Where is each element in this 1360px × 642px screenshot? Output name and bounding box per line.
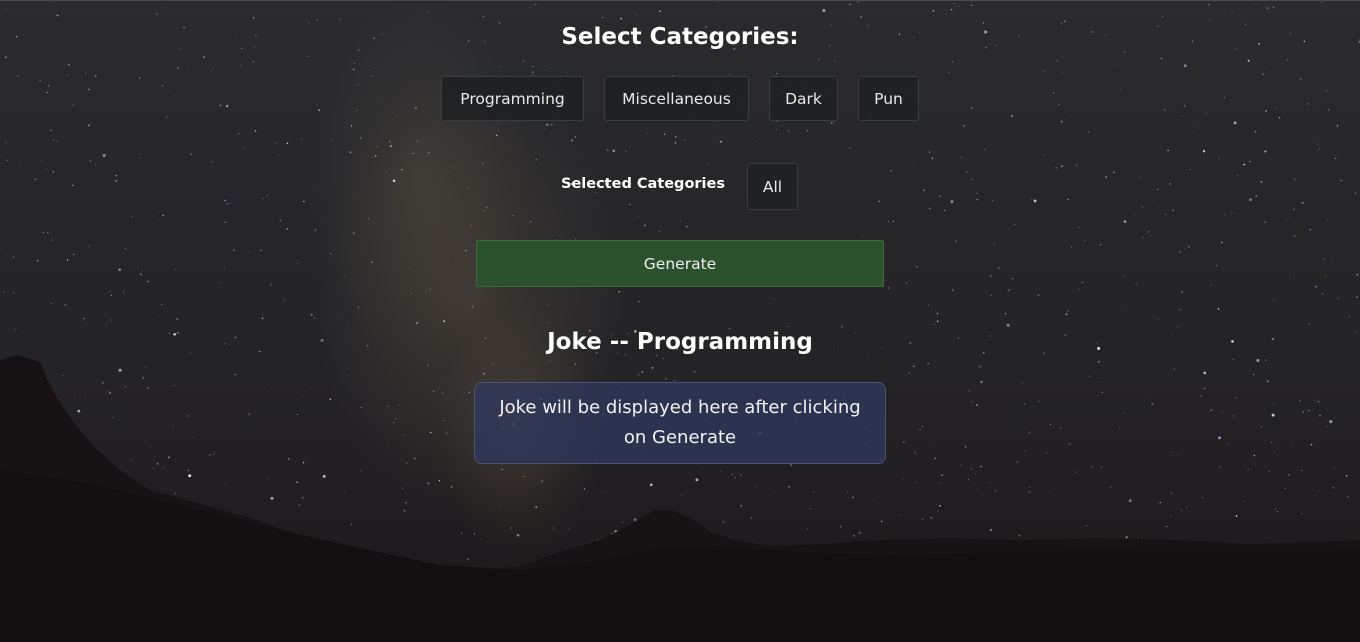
category-chip-programming[interactable]: Programming bbox=[441, 76, 584, 121]
joke-heading: Joke -- Programming bbox=[547, 329, 813, 355]
selected-category-chip-all[interactable]: All bbox=[747, 163, 798, 210]
category-chip-dark[interactable]: Dark bbox=[769, 76, 838, 121]
joke-text: Joke will be displayed here after clicki… bbox=[499, 397, 861, 448]
top-border-line bbox=[0, 0, 1360, 1]
generate-button[interactable]: Generate bbox=[476, 240, 884, 287]
selected-categories-label: Selected Categories bbox=[561, 176, 725, 192]
select-categories-heading: Select Categories: bbox=[561, 24, 799, 50]
category-chip-miscellaneous[interactable]: Miscellaneous bbox=[604, 76, 749, 121]
joke-display-box: Joke will be displayed here after clicki… bbox=[474, 382, 886, 464]
category-chip-pun[interactable]: Pun bbox=[858, 76, 919, 121]
